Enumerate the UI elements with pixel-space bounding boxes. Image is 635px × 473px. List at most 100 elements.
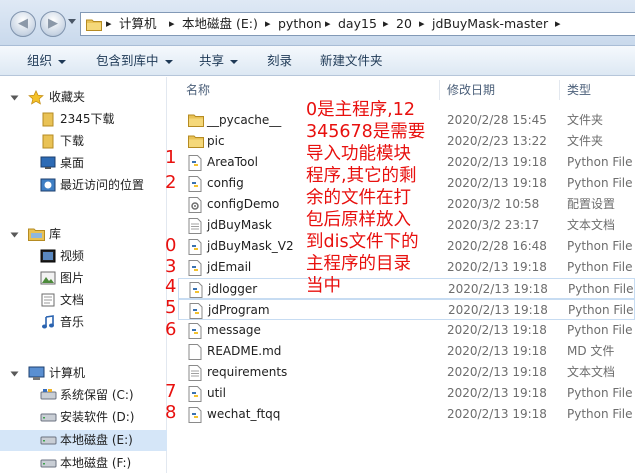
breadcrumb-separator-icon[interactable]: ▸ xyxy=(325,13,331,35)
breadcrumb-python[interactable]: python xyxy=(278,13,322,35)
file-name: jdBuyMask_V2 xyxy=(207,239,294,253)
file-type: Python File xyxy=(567,155,633,169)
command-bar: 组织 包含到库中 共享 刻录 新建文件夹 xyxy=(0,46,635,76)
nav-item-documents[interactable]: 文档 xyxy=(0,290,167,311)
nav-item-pictures[interactable]: 图片 xyxy=(0,268,167,289)
file-type: Python File xyxy=(568,282,634,296)
file-row[interactable]: wechat_ftqq 2020/2/13 19:18 Python File xyxy=(178,404,635,425)
file-name: config xyxy=(207,176,244,190)
file-type: MD 文件 xyxy=(567,344,615,358)
annotation-number: 0 xyxy=(165,235,177,256)
share-button[interactable]: 共享 xyxy=(199,46,239,76)
annotation-number: 4 xyxy=(165,276,177,297)
recent-places-icon xyxy=(40,178,56,192)
annotation-number: 6 xyxy=(165,319,177,340)
column-divider[interactable] xyxy=(559,80,560,100)
file-row[interactable]: message 2020/2/13 19:18 Python File xyxy=(178,320,635,341)
file-date: 2020/2/13 19:18 xyxy=(447,365,547,379)
burn-button[interactable]: 刻录 xyxy=(267,46,292,76)
file-row[interactable]: requirements 2020/2/13 19:18 文本文档 xyxy=(178,362,635,383)
breadcrumb-separator-icon[interactable]: ▸ xyxy=(169,13,175,35)
file-type: Python File xyxy=(568,303,634,317)
expanded-chevron-icon[interactable] xyxy=(10,232,19,238)
folder-icon xyxy=(42,112,54,127)
breadcrumb-separator-icon[interactable]: ▸ xyxy=(106,13,112,35)
nav-item-drive-e[interactable]: 本地磁盘 (E:) xyxy=(0,430,167,451)
desktop-icon xyxy=(40,156,56,169)
share-label: 共享 xyxy=(199,53,225,68)
nav-item-desktop[interactable]: 桌面 xyxy=(0,153,167,174)
breadcrumb-separator-icon[interactable]: ▸ xyxy=(383,13,389,35)
breadcrumb-20[interactable]: 20 xyxy=(396,13,412,35)
organize-button[interactable]: 组织 xyxy=(27,46,67,76)
nav-item-recent-places[interactable]: 最近访问的位置 xyxy=(0,175,167,196)
include-in-library-button[interactable]: 包含到库中 xyxy=(96,46,173,76)
breadcrumb-day15[interactable]: day15 xyxy=(338,13,377,35)
column-header-date[interactable]: 修改日期 xyxy=(447,80,495,100)
address-bar[interactable]: ▸ 计算机 ▸ 本地磁盘 (E:) ▸ python ▸ day15 ▸ 20 … xyxy=(80,12,635,36)
column-header-type[interactable]: 类型 xyxy=(567,80,591,100)
nav-item-drive-f[interactable]: 本地磁盘 (F:) xyxy=(0,453,167,473)
file-type: Python File xyxy=(567,323,633,337)
computer-icon xyxy=(28,366,45,380)
file-name: pic xyxy=(207,134,225,148)
file-row[interactable]: README.md 2020/2/13 19:18 MD 文件 xyxy=(178,341,635,362)
organize-label: 组织 xyxy=(27,53,53,68)
breadcrumb-drive-e[interactable]: 本地磁盘 (E:) xyxy=(182,13,258,35)
file-date: 2020/2/13 19:18 xyxy=(447,386,547,400)
file-date: 2020/2/13 19:18 xyxy=(447,176,547,190)
file-type: Python File xyxy=(567,239,633,253)
annotation-number: 5 xyxy=(165,297,177,318)
file-name: requirements xyxy=(207,365,288,379)
file-name: wechat_ftqq xyxy=(207,407,281,421)
breadcrumb-separator-icon[interactable]: ▸ xyxy=(419,13,425,35)
nav-item-drive-d[interactable]: 安装软件 (D:) xyxy=(0,407,167,428)
nav-item-label: 桌面 xyxy=(60,156,85,170)
address-bar-row: ◀ ▶ ▸ 计算机 ▸ 本地磁盘 (E:) ▸ python ▸ day15 ▸… xyxy=(0,0,635,46)
hard-drive-icon xyxy=(40,389,57,400)
python-file-icon xyxy=(188,407,202,430)
nav-computer[interactable]: 计算机 xyxy=(0,363,167,384)
back-button[interactable]: ◀ xyxy=(10,11,36,37)
recent-pages-dropdown-icon[interactable] xyxy=(68,19,76,24)
chevron-down-icon xyxy=(230,59,239,64)
new-folder-button[interactable]: 新建文件夹 xyxy=(320,46,383,76)
nav-library[interactable]: 库 xyxy=(0,224,167,245)
forward-button[interactable]: ▶ xyxy=(40,11,66,37)
breadcrumb-separator-icon[interactable]: ▸ xyxy=(265,13,271,35)
annotation-number: 2 xyxy=(165,172,177,193)
file-row[interactable]: util 2020/2/13 19:18 Python File xyxy=(178,383,635,404)
nav-item-videos[interactable]: 视频 xyxy=(0,246,167,267)
file-date: 2020/2/13 19:18 xyxy=(447,344,547,358)
file-date: 2020/2/13 19:18 xyxy=(447,260,547,274)
annotation-number: 8 xyxy=(165,402,177,423)
nav-item-2345-download[interactable]: 2345下载 xyxy=(0,109,167,130)
nav-item-label: 文档 xyxy=(60,293,85,307)
file-type: Python File xyxy=(567,176,633,190)
nav-item-music[interactable]: 音乐 xyxy=(0,312,167,333)
nav-item-label: 图片 xyxy=(60,271,85,285)
column-header-name[interactable]: 名称 xyxy=(186,80,210,100)
file-name: util xyxy=(207,386,226,400)
file-type: Python File xyxy=(567,407,633,421)
nav-item-drive-c[interactable]: 系统保留 (C:) xyxy=(0,385,167,406)
nav-favorites[interactable]: 收藏夹 xyxy=(0,87,167,108)
hard-drive-icon xyxy=(40,436,57,445)
breadcrumb-computer[interactable]: 计算机 xyxy=(119,13,157,35)
nav-item-label: 最近访问的位置 xyxy=(60,178,145,192)
expanded-chevron-icon[interactable] xyxy=(10,95,19,101)
folder-icon xyxy=(86,19,102,31)
forward-arrow-icon: ▶ xyxy=(48,16,58,31)
breadcrumb-separator-icon[interactable]: ▸ xyxy=(555,13,561,35)
expanded-chevron-icon[interactable] xyxy=(10,371,19,377)
column-divider[interactable] xyxy=(439,80,440,100)
file-name: __pycache__ xyxy=(207,113,282,127)
annotation-number: 7 xyxy=(165,381,177,402)
hard-drive-icon xyxy=(40,459,57,468)
downloads-folder-icon xyxy=(42,134,54,149)
breadcrumb-jdbuymask-master[interactable]: jdBuyMask-master xyxy=(432,13,548,35)
nav-item-downloads[interactable]: 下载 xyxy=(0,131,167,152)
file-row[interactable]: jdProgram 2020/2/13 19:18 Python File xyxy=(178,299,635,320)
file-name: configDemo xyxy=(207,197,280,211)
file-type: 文本文档 xyxy=(567,365,616,379)
